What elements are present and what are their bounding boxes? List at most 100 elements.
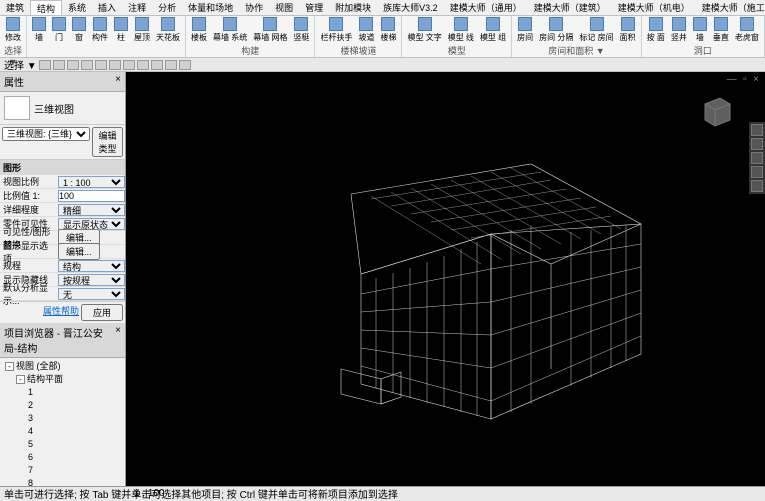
tab-9[interactable]: 管理 — [299, 0, 329, 15]
qat-btn[interactable] — [165, 60, 177, 70]
tab-3[interactable]: 插入 — [92, 0, 122, 15]
apply-button[interactable]: 应用 — [81, 304, 123, 321]
qat-btn[interactable] — [123, 60, 135, 70]
dorm-button[interactable]: 老虎窗 — [732, 16, 762, 44]
prop-select[interactable]: 精细 — [58, 204, 125, 216]
type-selector[interactable]: 三维视图 — [0, 92, 125, 125]
viewport-3d[interactable]: — ▫ × — [126, 72, 765, 486]
quick-access: 选择 ▼ — [0, 58, 765, 72]
prop-select[interactable]: 结构 — [58, 260, 125, 272]
instance-selector[interactable]: 三维视图: {三维} — [2, 127, 90, 141]
qat-btn[interactable] — [53, 60, 65, 70]
tree-node[interactable]: 3 — [2, 412, 123, 425]
prop-row: 视图比例1 : 100 — [0, 175, 125, 189]
tree-node[interactable]: 8 — [2, 477, 123, 486]
tab-10[interactable]: 附加模块 — [329, 0, 377, 15]
area-button[interactable]: 面积 — [617, 16, 639, 44]
room-button[interactable]: 房间 — [514, 16, 536, 44]
close-icon[interactable]: × — [115, 74, 121, 89]
tree-node[interactable]: 7 — [2, 464, 123, 477]
ceil-button[interactable]: 天花板 — [153, 16, 183, 44]
shaft-button[interactable]: 竖井 — [668, 16, 690, 44]
zoom-icon[interactable] — [751, 152, 763, 164]
prop-row: 详细程度精细 — [0, 203, 125, 217]
prop-edit-button[interactable]: 编辑... — [58, 243, 100, 260]
roof-button[interactable]: 屋顶 — [131, 16, 153, 44]
door-button[interactable]: 门 — [49, 16, 69, 44]
tree-node[interactable]: 6 — [2, 451, 123, 464]
tree-node[interactable]: 1 — [2, 386, 123, 399]
tab-12[interactable]: 建模大师（通用） — [444, 0, 528, 15]
toggle-icon[interactable]: - — [16, 375, 25, 384]
tree-node[interactable]: 4 — [2, 425, 123, 438]
mgrp-button[interactable]: 模型 组 — [477, 16, 509, 44]
tab-14[interactable]: 建模大师（机电） — [612, 0, 696, 15]
wall-button[interactable]: 墙 — [29, 16, 49, 44]
col-button[interactable]: 柱 — [111, 16, 131, 44]
orbit-icon[interactable] — [751, 166, 763, 178]
roomtag-button[interactable]: 标记 房间 — [576, 16, 616, 44]
qat-btn[interactable] — [81, 60, 93, 70]
roomsep-button[interactable]: 房间 分隔 — [536, 16, 576, 44]
qat-btn[interactable] — [39, 60, 51, 70]
prop-select[interactable]: 按规程 — [58, 274, 125, 286]
stair-button[interactable]: 楼梯 — [377, 16, 399, 44]
properties-grid: 图形 视图比例1 : 100比例值 1:详细程度精细零件可见性显示原状态可见性/… — [0, 160, 125, 301]
group-label: 楼梯坡道 — [317, 44, 399, 57]
tab-13[interactable]: 建模大师（建筑） — [528, 0, 612, 15]
qat-btn[interactable] — [179, 60, 191, 70]
prop-row: 图形显示选项编辑... — [0, 245, 125, 259]
tree-node[interactable]: -结构平面 — [2, 373, 123, 386]
ramp-button[interactable]: 坡道 — [355, 16, 377, 44]
pan-icon[interactable] — [751, 138, 763, 150]
close-icon[interactable]: × — [115, 325, 121, 355]
vert-button[interactable]: 垂直 — [710, 16, 732, 44]
tab-1[interactable]: 结构 — [30, 0, 62, 15]
edit-type-button[interactable]: 编辑类型 — [92, 127, 123, 157]
mtext-button[interactable]: 模型 文字 — [404, 16, 444, 44]
group-header: 图形 — [0, 160, 125, 175]
select-dd[interactable]: 选择 ▼ — [4, 57, 37, 72]
qat-btn[interactable] — [137, 60, 149, 70]
view-cube[interactable] — [695, 92, 735, 132]
prop-input[interactable] — [58, 190, 125, 202]
tab-5[interactable]: 分析 — [152, 0, 182, 15]
qat-btn[interactable] — [67, 60, 79, 70]
prop-select[interactable]: 无 — [58, 288, 125, 300]
tab-8[interactable]: 视图 — [269, 0, 299, 15]
tree-node[interactable]: 5 — [2, 438, 123, 451]
rail-button[interactable]: 栏杆扶手 — [317, 16, 355, 44]
ribbon-tabs: 建筑结构系统插入注释分析体量和场地协作视图管理附加模块族库大师V3.2建模大师（… — [0, 0, 765, 16]
mull-button[interactable]: 竖梃 — [290, 16, 312, 44]
prop-select[interactable]: 1 : 100 — [58, 176, 125, 188]
tree-node[interactable]: 2 — [2, 399, 123, 412]
tree-node[interactable]: -视图 (全部) — [2, 360, 123, 373]
wallop-button[interactable]: 墙 — [690, 16, 710, 44]
comp-button[interactable]: 构件 — [89, 16, 111, 44]
wheel-icon[interactable] — [751, 124, 763, 136]
tab-11[interactable]: 族库大师V3.2 — [377, 0, 444, 15]
qat-btn[interactable] — [95, 60, 107, 70]
face-button[interactable]: 按 面 — [644, 16, 668, 44]
cube-icon — [4, 96, 30, 120]
help-link[interactable]: 属性帮助 — [43, 304, 79, 321]
tab-15[interactable]: 建模大师（施工） — [696, 0, 765, 15]
tab-4[interactable]: 注释 — [122, 0, 152, 15]
tab-6[interactable]: 体量和场地 — [182, 0, 239, 15]
building-model[interactable] — [231, 154, 661, 424]
toggle-icon[interactable]: - — [5, 362, 14, 371]
curtsys-button[interactable]: 幕墙 系统 — [210, 16, 250, 44]
modify-button[interactable]: 修改 — [2, 16, 24, 44]
win-button[interactable]: 窗 — [69, 16, 89, 44]
tab-2[interactable]: 系统 — [62, 0, 92, 15]
qat-btn[interactable] — [151, 60, 163, 70]
ribbon: 修改选择 ▼墙门窗构件柱屋顶天花板楼板幕墙 系统幕墙 网格竖梃构建栏杆扶手坡道楼… — [0, 16, 765, 58]
floor-button[interactable]: 楼板 — [188, 16, 210, 44]
curtgrid-button[interactable]: 幕墙 网格 — [250, 16, 290, 44]
nav-icon[interactable] — [751, 180, 763, 192]
mline-button[interactable]: 模型 线 — [445, 16, 477, 44]
prop-select[interactable]: 显示原状态 — [58, 218, 125, 230]
tab-7[interactable]: 协作 — [239, 0, 269, 15]
tab-0[interactable]: 建筑 — [0, 0, 30, 15]
qat-btn[interactable] — [109, 60, 121, 70]
